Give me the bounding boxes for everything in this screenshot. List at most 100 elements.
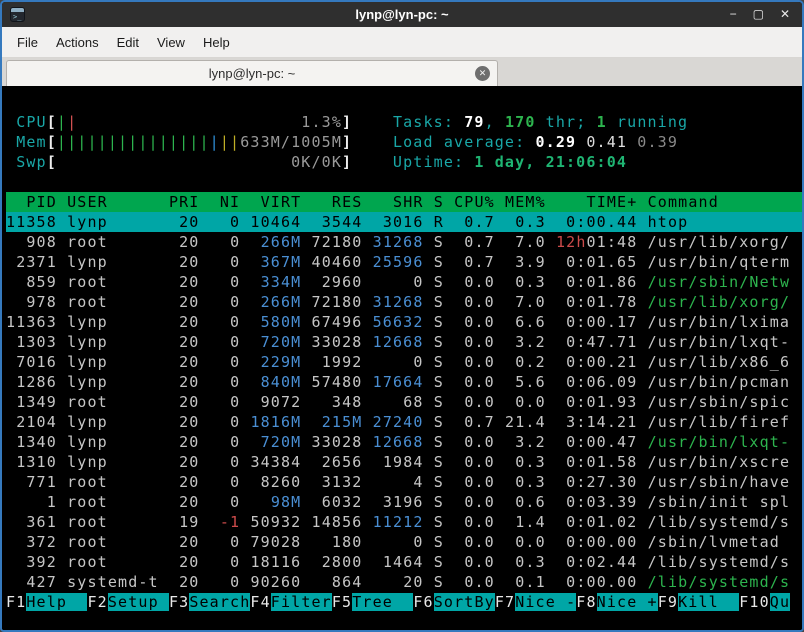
menu-view[interactable]: View [148, 30, 194, 55]
process-row[interactable]: 908 root 20 0 266M 72180 31268 S 0.7 7.0… [6, 232, 802, 252]
fkey-F2-label[interactable]: Setup [108, 593, 169, 611]
cell-ni: 0 [230, 573, 240, 591]
cell-cpu: 0.0 [464, 333, 495, 351]
cell-ni: 0 [230, 273, 240, 291]
cell-user: root [67, 513, 108, 531]
close-icon[interactable]: ✕ [780, 7, 790, 22]
fkey-F7-label[interactable]: Nice - [515, 593, 576, 611]
menu-edit[interactable]: Edit [108, 30, 148, 55]
fkey-F9[interactable]: F9 [658, 593, 678, 611]
minimize-icon[interactable]: − [730, 7, 737, 22]
cell-res: 57480 [312, 373, 363, 391]
fkey-F9-label[interactable]: Kill [678, 593, 739, 611]
fkey-F8-label[interactable]: Nice + [597, 593, 658, 611]
fkey-F4-label[interactable]: Filter [271, 593, 332, 611]
process-row[interactable]: 2104 lynp 20 0 1816M 215M 27240 S 0.7 21… [6, 412, 802, 432]
cell-res: 3132 [322, 473, 363, 491]
fkey-F6[interactable]: F6 [413, 593, 433, 611]
fkey-F7[interactable]: F7 [495, 593, 515, 611]
fkey-F3[interactable]: F3 [169, 593, 189, 611]
fkey-F3-label[interactable]: Search [189, 593, 250, 611]
titlebar[interactable]: >_ lynp@lyn-pc: ~ − ▢ ✕ [2, 2, 802, 27]
process-row[interactable]: 978 root 20 0 266M 72180 31268 S 0.0 7.0… [6, 292, 802, 312]
fkey-F1[interactable]: F1 [6, 593, 26, 611]
col-pid[interactable]: PID [26, 193, 57, 211]
process-row[interactable]: 7016 lynp 20 0 229M 1992 0 S 0.0 0.2 0:0… [6, 352, 802, 372]
cell-mem: 3.9 [515, 253, 546, 271]
blank-line [6, 172, 802, 192]
col-time+[interactable]: TIME+ [587, 193, 638, 211]
cell-mem: 0.3 [515, 273, 546, 291]
cell-ni: 0 [230, 253, 240, 271]
tab-active[interactable]: lynp@lyn-pc: ~ ✕ [6, 60, 498, 86]
col-mem[interactable]: MEM% [505, 193, 546, 211]
fkey-F6-label[interactable]: SortBy [434, 593, 495, 611]
process-row[interactable]: 859 root 20 0 334M 2960 0 S 0.0 0.3 0:01… [6, 272, 802, 292]
col-ni[interactable]: NI [220, 193, 240, 211]
cell-mem: 0.1 [515, 573, 546, 591]
cell-virt: 840M [261, 373, 302, 391]
cell-user: lynp [67, 313, 108, 331]
cell-res: 2656 [322, 453, 363, 471]
col-user[interactable]: USER [67, 193, 108, 211]
process-row[interactable]: 372 root 20 0 79028 180 0 S 0.0 0.0 0:00… [6, 532, 802, 552]
process-row[interactable]: 1310 lynp 20 0 34384 2656 1984 S 0.0 0.3… [6, 452, 802, 472]
process-row[interactable]: 1340 lynp 20 0 720M 33028 12668 S 0.0 3.… [6, 432, 802, 452]
cell-cmd: /usr/bin/xscre [648, 453, 791, 471]
cell-pri: 20 [179, 353, 199, 371]
cell-virt: 18116 [250, 553, 301, 571]
cell-user: lynp [67, 253, 108, 271]
cell-shr: 56632 [373, 313, 424, 331]
process-row[interactable]: 1286 lynp 20 0 840M 57480 17664 S 0.0 5.… [6, 372, 802, 392]
col-cpu[interactable]: CPU% [454, 193, 495, 211]
process-row[interactable]: 1 root 20 0 98M 6032 3196 S 0.0 0.6 0:03… [6, 492, 802, 512]
menu-file[interactable]: File [8, 30, 47, 55]
process-row[interactable]: 771 root 20 0 8260 3132 4 S 0.0 0.3 0:27… [6, 472, 802, 492]
fkey-F10-label[interactable]: Qu [770, 593, 790, 611]
fkey-F2[interactable]: F2 [87, 593, 107, 611]
fkey-F8[interactable]: F8 [576, 593, 596, 611]
col-shr[interactable]: SHR [393, 193, 424, 211]
fkey-F5-label[interactable]: Tree [352, 593, 413, 611]
cell-shr: 1464 [383, 553, 424, 571]
cell-res: 33028 [312, 333, 363, 351]
cell-user: root [67, 473, 108, 491]
cell-cpu: 0.0 [464, 393, 495, 411]
col-virt[interactable]: VIRT [261, 193, 302, 211]
col-s[interactable]: S [434, 193, 444, 211]
fkey-F4[interactable]: F4 [250, 593, 270, 611]
cell-s: S [434, 273, 444, 291]
cell-pri: 20 [179, 573, 199, 591]
process-row[interactable]: 392 root 20 0 18116 2800 1464 S 0.0 0.3 … [6, 552, 802, 572]
col-pri[interactable]: PRI [169, 193, 200, 211]
cell-virt: 334M [261, 273, 302, 291]
menu-help[interactable]: Help [194, 30, 239, 55]
process-row[interactable]: 1303 lynp 20 0 720M 33028 12668 S 0.0 3.… [6, 332, 802, 352]
cell-shr: 12668 [373, 433, 424, 451]
maximize-icon[interactable]: ▢ [753, 7, 764, 22]
process-row[interactable]: 11363 lynp 20 0 580M 67496 56632 S 0.0 6… [6, 312, 802, 332]
cell-shr: 17664 [373, 373, 424, 391]
process-row[interactable]: 2371 lynp 20 0 367M 40460 25596 S 0.7 3.… [6, 252, 802, 272]
cell-shr: 31268 [373, 233, 424, 251]
process-row[interactable]: 427 systemd-t 20 0 90260 864 20 S 0.0 0.… [6, 572, 802, 592]
cell-cpu: 0.0 [464, 573, 495, 591]
function-key-bar: F1Help F2Setup F3SearchF4FilterF5Tree F6… [6, 592, 802, 612]
cell-mem: 1.4 [515, 513, 546, 531]
cell-cpu: 0.0 [464, 433, 495, 451]
fkey-F5[interactable]: F5 [332, 593, 352, 611]
cell-pri: 20 [179, 393, 199, 411]
menu-actions[interactable]: Actions [47, 30, 108, 55]
cell-user: lynp [67, 433, 108, 451]
tab-close-icon[interactable]: ✕ [475, 66, 490, 81]
col-res[interactable]: RES [332, 193, 363, 211]
process-row[interactable]: 1349 root 20 0 9072 348 68 S 0.0 0.0 0:0… [6, 392, 802, 412]
process-row[interactable]: 11358 lynp 20 0 10464 3544 3016 R 0.7 0.… [6, 212, 802, 232]
fkey-F1-label[interactable]: Help [26, 593, 87, 611]
fkey-F10[interactable]: F10 [739, 593, 770, 611]
process-row[interactable]: 361 root 19 -1 50932 14856 11212 S 0.0 1… [6, 512, 802, 532]
cell-cpu: 0.0 [464, 373, 495, 391]
col-command[interactable]: Command [648, 193, 719, 211]
cell-ni: 0 [230, 333, 240, 351]
cell-mem: 3.2 [515, 433, 546, 451]
